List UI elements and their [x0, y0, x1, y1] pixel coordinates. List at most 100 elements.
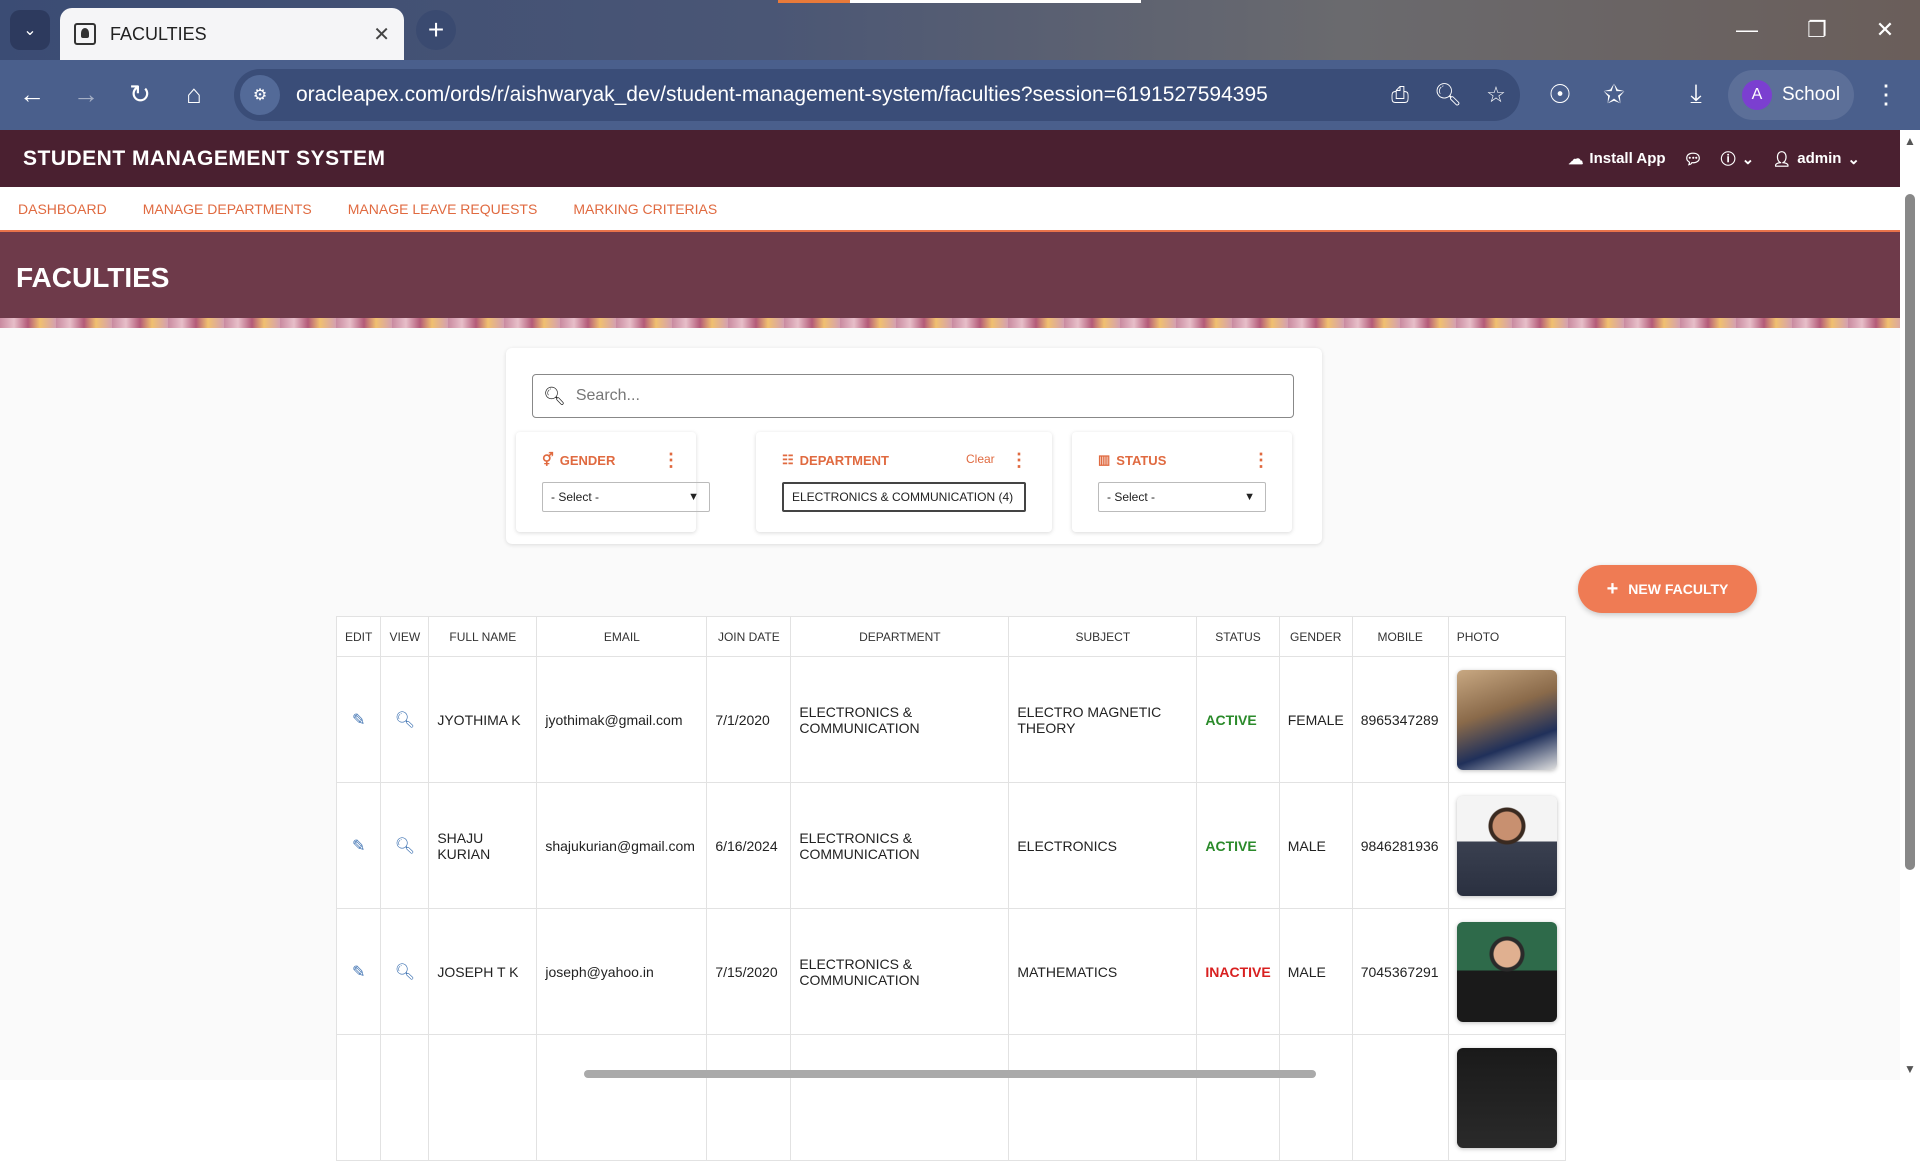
menu-item-manage-departments[interactable]: MANAGE DEPARTMENTS [143, 201, 312, 217]
zoom-icon[interactable]: 🔍︎ [1424, 82, 1472, 108]
view-search-icon[interactable]: 🔍︎ [380, 656, 430, 783]
column-header[interactable]: DEPARTMENT [790, 616, 1010, 657]
cell-mobile: 8965347289 [1351, 656, 1449, 783]
status-select[interactable]: - Select - ▼ [1098, 482, 1266, 512]
restore-button[interactable]: ❐ [1792, 10, 1842, 50]
cell-empty [380, 1034, 430, 1161]
page-title: FACULTIES [16, 262, 170, 293]
column-header[interactable]: SUBJECT [1008, 616, 1198, 657]
gender-icon: ⚥ [542, 452, 554, 467]
cell-join-date: 6/16/2024 [706, 782, 792, 909]
help-menu-button[interactable]: ⓘ ⌄ [1721, 148, 1755, 169]
horizontal-scrollbar[interactable] [584, 1070, 1316, 1078]
facet-gender-label: ⚥ GENDER [542, 452, 615, 468]
column-header[interactable]: GENDER [1278, 616, 1353, 657]
facet-clear-link[interactable]: Clear [966, 452, 995, 466]
loading-progress-bar [778, 0, 1141, 3]
cell-full-name: JOSEPH T K [428, 908, 538, 1035]
favorites-icon[interactable]: ✩ [1594, 74, 1634, 114]
department-select-value: ELECTRONICS & COMMUNICATION (4) [792, 490, 1014, 504]
cell-empty [1008, 1034, 1198, 1161]
column-header[interactable]: VIEW [380, 616, 430, 657]
faculty-photo [1456, 669, 1557, 770]
column-header[interactable]: PHOTO [1447, 616, 1566, 657]
facet-gender-menu-icon[interactable]: ⋮ [662, 450, 680, 471]
table-row: ✎ 🔍︎ JYOTHIMA K jyothimak@gmail.com 7/1/… [335, 656, 1566, 783]
browser-tab[interactable]: FACULTIES ✕ [60, 8, 404, 60]
cell-join-date: 7/1/2020 [706, 656, 792, 783]
cell-mobile: 9846281936 [1351, 782, 1449, 909]
edit-icon[interactable]: ✎ [335, 656, 382, 783]
cell-photo [1447, 782, 1566, 909]
table-header-row: EDIT VIEW FULL NAME EMAIL JOIN DATE DEPA… [335, 616, 1566, 657]
facet-department-label: ☷ DEPARTMENT [782, 452, 889, 468]
vertical-scrollbar[interactable]: ▲ ▼ [1900, 130, 1920, 1080]
app-title[interactable]: STUDENT MANAGEMENT SYSTEM [23, 147, 386, 171]
menu-item-dashboard[interactable]: DASHBOARD [18, 201, 107, 217]
cell-empty [1196, 1034, 1280, 1161]
browser-titlebar: ⌄ FACULTIES ✕ + — ❐ ✕ [0, 0, 1920, 60]
install-icon[interactable]: ⎙ [1376, 82, 1424, 108]
column-header[interactable]: JOIN DATE [706, 616, 792, 657]
tab-close-icon[interactable]: ✕ [373, 22, 390, 47]
reload-icon[interactable]: ↻ [120, 74, 160, 114]
incognito-icon[interactable]: ☉ [1540, 74, 1580, 114]
department-select[interactable]: ELECTRONICS & COMMUNICATION (4) [782, 482, 1026, 512]
status-select-value: - Select - [1107, 490, 1156, 504]
bookmark-star-icon[interactable]: ☆ [1472, 82, 1520, 108]
minimize-button[interactable]: — [1722, 10, 1772, 50]
cell-empty [706, 1034, 792, 1161]
facet-status-menu-icon[interactable]: ⋮ [1252, 450, 1270, 471]
back-arrow-icon[interactable]: ← [12, 74, 52, 114]
faculty-photo [1456, 1047, 1557, 1148]
table-row: ✎ 🔍︎ SHAJU KURIAN shajukurian@gmail.com … [335, 782, 1566, 909]
new-faculty-button[interactable]: + NEW FACULTY [1578, 565, 1757, 613]
column-header[interactable]: EDIT [335, 616, 382, 657]
edit-icon[interactable]: ✎ [335, 782, 382, 909]
url-text[interactable]: oracleapex.com/ords/r/aishwaryak_dev/stu… [296, 83, 1376, 107]
plus-icon: + [1606, 577, 1619, 600]
column-header[interactable]: MOBILE [1351, 616, 1449, 657]
cell-photo [1447, 908, 1566, 1035]
cell-empty [428, 1034, 538, 1161]
column-header[interactable]: STATUS [1196, 616, 1280, 657]
cell-email: joseph@yahoo.in [536, 908, 708, 1035]
install-app-button[interactable]: ☁ Install App [1568, 150, 1665, 168]
view-search-icon[interactable]: 🔍︎ [380, 782, 430, 909]
gender-select[interactable]: - Select - ▼ [542, 482, 710, 512]
cell-status: ACTIVE [1196, 782, 1280, 909]
user-menu-button[interactable]: 👤︎ admin ⌄ [1772, 150, 1860, 168]
edit-icon[interactable] [335, 1034, 382, 1161]
avatar: A [1742, 80, 1772, 110]
menu-item-manage-leave-requests[interactable]: MANAGE LEAVE REQUESTS [348, 201, 538, 217]
scroll-down-icon[interactable]: ▼ [1904, 1062, 1916, 1076]
scroll-up-icon[interactable]: ▲ [1904, 134, 1916, 148]
tab-list-button[interactable]: ⌄ [10, 10, 50, 50]
column-header[interactable]: EMAIL [536, 616, 708, 657]
page-hero: FACULTIES [0, 232, 1900, 328]
column-header[interactable]: FULL NAME [428, 616, 538, 657]
menu-item-marking-criterias[interactable]: MARKING CRITERIAS [573, 201, 717, 217]
forward-arrow-icon[interactable]: → [66, 74, 106, 114]
view-search-icon[interactable]: 🔍︎ [380, 908, 430, 1035]
address-bar[interactable]: ⚙ oracleapex.com/ords/r/aishwaryak_dev/s… [234, 69, 1520, 121]
main-content: 🔍︎ Search... ⚥ GENDER ⋮ - Select - ▼ ☷ DEPA… [0, 328, 1900, 1161]
more-menu-icon[interactable]: ⋮ [1866, 74, 1906, 114]
department-icon: ☷ [782, 452, 794, 467]
profile-button[interactable]: A School [1728, 70, 1854, 120]
close-window-button[interactable]: ✕ [1860, 10, 1910, 50]
cell-gender: FEMALE [1278, 656, 1353, 783]
search-input[interactable]: 🔍︎ Search... [532, 374, 1294, 418]
home-icon[interactable]: ⌂ [174, 74, 214, 114]
new-tab-button[interactable]: + [416, 10, 456, 50]
facet-department-menu-icon[interactable]: ⋮ [1010, 450, 1028, 471]
facet-status-text: STATUS [1116, 452, 1167, 468]
cell-photo [1447, 656, 1566, 783]
edit-icon[interactable]: ✎ [335, 908, 382, 1035]
cell-gender: MALE [1278, 908, 1353, 1035]
site-settings-icon[interactable]: ⚙ [240, 75, 280, 115]
feedback-icon[interactable]: 💬︎ [1684, 150, 1703, 168]
scrollbar-thumb[interactable] [1905, 194, 1915, 870]
user-icon: 👤︎ [1772, 150, 1792, 168]
download-icon[interactable]: ⤓ [1676, 74, 1716, 114]
